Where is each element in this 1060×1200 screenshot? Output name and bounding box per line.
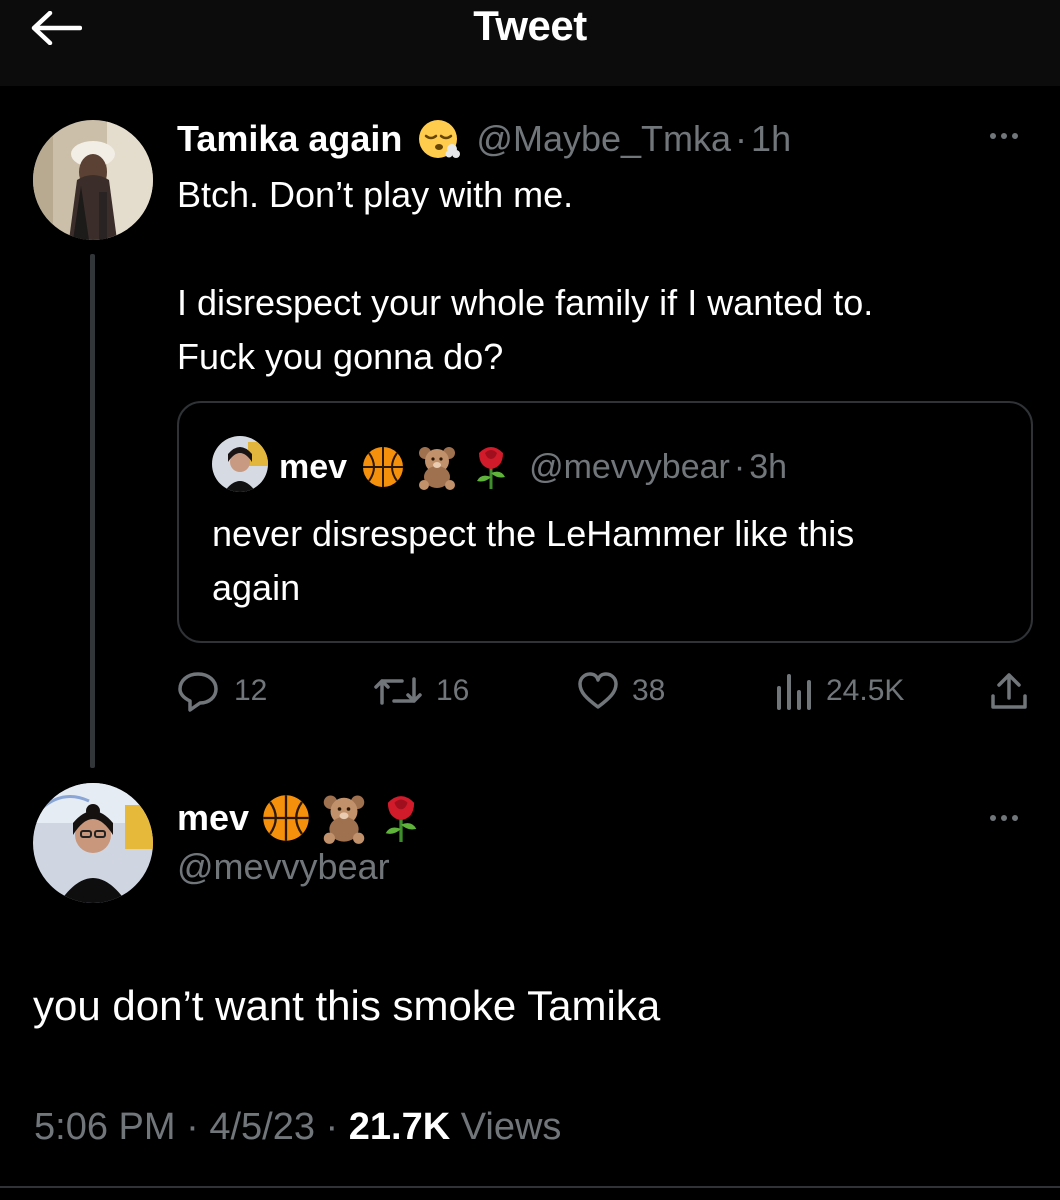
display-name[interactable]: Tamika again xyxy=(177,118,402,160)
top-bar: Tweet xyxy=(0,0,1060,86)
views-total: 21.7K xyxy=(348,1106,451,1148)
reply-handle[interactable]: @mevvybear xyxy=(177,846,390,888)
quoted-avatar xyxy=(212,436,268,492)
action-bar: 12 16 38 24.5K xyxy=(176,668,1036,714)
teddy-bear-emoji xyxy=(419,447,456,490)
like-button[interactable]: 38 xyxy=(576,668,665,714)
face-exhaling-emoji xyxy=(419,120,461,158)
views-count: 24.5K xyxy=(826,674,905,707)
basketball-emoji xyxy=(263,795,309,841)
analytics-icon xyxy=(777,674,811,710)
thread-line xyxy=(90,254,95,768)
quoted-display-name: mev xyxy=(279,447,348,486)
page-title: Tweet xyxy=(473,2,587,49)
quoted-tweet-text: never disrespect the LeHammer like this … xyxy=(212,513,855,608)
tweet-header: Tamika again @Maybe_Tmka · 1h xyxy=(177,114,791,164)
tweet-meta: 5:06 PM · 4/5/23 · 21.7K Views xyxy=(34,1106,561,1149)
more-dot-icon xyxy=(1012,815,1018,821)
quoted-tweet-header: mev @mevvybear · 3h xyxy=(279,443,787,491)
more-dot-icon xyxy=(990,815,996,821)
views-button[interactable]: 24.5K xyxy=(774,668,904,714)
retweet-count: 16 xyxy=(436,674,470,707)
reply-icon xyxy=(178,672,218,712)
more-dot-icon xyxy=(1001,133,1007,139)
quoted-tweet-card[interactable]: mev @mevvybear · 3h never disrespect the… xyxy=(177,401,1033,643)
dot-separator: · xyxy=(186,1106,199,1148)
basketball-emoji xyxy=(363,447,404,487)
divider xyxy=(0,1186,1060,1188)
avatar[interactable] xyxy=(33,120,153,240)
teddy-bear-emoji xyxy=(323,795,365,844)
more-dot-icon xyxy=(1001,815,1007,821)
reply-tweet-text: you don’t want this smoke Tamika xyxy=(33,982,661,1029)
share-button[interactable] xyxy=(988,668,1030,714)
rose-emoji xyxy=(385,796,417,842)
share-icon xyxy=(991,673,1027,709)
rose-emoji xyxy=(477,447,506,489)
tweet-time[interactable]: 1h xyxy=(751,118,791,160)
reply-tweet-header: mev xyxy=(177,790,425,846)
reply-more-options-button[interactable] xyxy=(990,815,1018,821)
handle[interactable]: @Maybe_Tmka xyxy=(476,118,731,160)
dot-separator: · xyxy=(735,118,748,159)
more-options-button[interactable] xyxy=(990,133,1018,139)
dot-separator: · xyxy=(733,447,746,486)
retweet-button[interactable]: 16 xyxy=(372,668,469,714)
tweet-date[interactable]: 4/5/23 xyxy=(209,1106,315,1148)
quoted-tweet-time: 3h xyxy=(749,447,788,486)
more-dot-icon xyxy=(1012,133,1018,139)
views-label: Views xyxy=(460,1106,562,1148)
more-dot-icon xyxy=(990,133,996,139)
tweet-text: Btch. Don’t play with me. I disrespect y… xyxy=(177,174,874,377)
like-count: 38 xyxy=(632,674,666,707)
tweet-timestamp[interactable]: 5:06 PM xyxy=(34,1106,176,1148)
reply-display-name[interactable]: mev xyxy=(177,797,249,839)
reply-button[interactable]: 12 xyxy=(176,668,267,714)
retweet-icon xyxy=(374,677,422,705)
dot-separator: · xyxy=(325,1106,339,1148)
reply-count: 12 xyxy=(234,674,268,707)
quoted-handle: @mevvybear xyxy=(529,447,730,486)
heart-icon xyxy=(578,672,618,709)
reply-avatar[interactable] xyxy=(33,783,153,903)
